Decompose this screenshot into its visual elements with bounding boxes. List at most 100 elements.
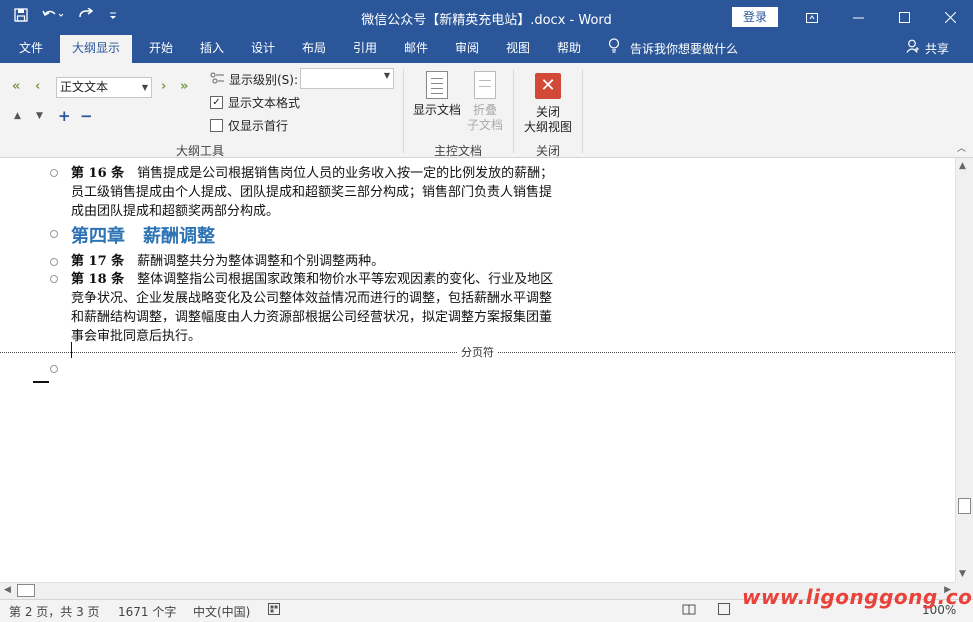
checkbox-checked-icon: ✓	[210, 96, 223, 109]
close-icon[interactable]	[927, 0, 973, 35]
article-17-text: 薪酬调整共分为整体调整和个别调整两种。	[137, 254, 385, 269]
show-document-label: 显示文档	[412, 103, 461, 117]
chevron-down-icon: ▼	[383, 71, 390, 80]
paragraph-article-16[interactable]: 第 16 条 销售提成是公司根据销售岗位人员的业务收入按一定的比例发放的薪酬； …	[71, 164, 601, 221]
read-mode-icon[interactable]	[682, 603, 696, 618]
article-18-line4: 事会审批同意后执行。	[71, 329, 202, 344]
outline-bullet-icon[interactable]	[50, 365, 58, 373]
tab-layout[interactable]: 布局	[294, 35, 334, 63]
tab-mailings[interactable]: 邮件	[396, 35, 436, 63]
tab-references[interactable]: 引用	[345, 35, 385, 63]
article-18-label: 第 18 条	[71, 272, 125, 287]
site-watermark: www.ligonggong.com	[742, 585, 973, 609]
demote-icon[interactable]: ›	[161, 79, 166, 94]
group-label-outline-tools: 大纲工具	[175, 144, 224, 158]
word-count[interactable]: 1671 个字	[118, 603, 176, 620]
tab-outline[interactable]: 大纲显示	[60, 35, 132, 63]
group-divider	[582, 69, 583, 153]
article-17-label: 第 17 条	[71, 254, 125, 269]
checkbox-unchecked-icon	[210, 119, 223, 132]
article-18-line3: 和薪酬结构调整，调整幅度由人力资源部根据公司经营状况，拟定调整方案报集团董	[71, 310, 553, 325]
show-first-line-checkbox[interactable]: 仅显示首行	[210, 117, 288, 134]
outline-bullet-icon[interactable]	[50, 258, 58, 266]
close-x-icon: ✕	[535, 73, 561, 99]
tab-help[interactable]: 帮助	[549, 35, 589, 63]
text-cursor	[71, 342, 72, 358]
tell-me-text: 告诉我你想要做什么	[630, 41, 739, 56]
ribbon-outline: « ‹ › » 正文文本 ▼ ▲ ▼ + − 显示级别(S): ▼ ✓ 显示文本…	[0, 63, 973, 158]
show-text-format-label: 显示文本格式	[228, 96, 301, 110]
article-18-line2: 竞争状况、企业发展战略变化及公司整体效益情况而进行的调整，包括薪酬水平调整	[71, 291, 553, 306]
show-level-label: 显示级别(S):	[229, 73, 299, 87]
window-controls	[789, 0, 973, 35]
language-indicator[interactable]: 中文(中国)	[193, 603, 250, 620]
document-area[interactable]: 第 16 条 销售提成是公司根据销售岗位人员的业务收入按一定的比例发放的薪酬； …	[0, 158, 955, 582]
show-document-button[interactable]: 显示文档	[410, 71, 464, 118]
tab-file[interactable]: 文件	[10, 35, 52, 63]
tab-home[interactable]: 开始	[141, 35, 181, 63]
expand-icon[interactable]: +	[58, 107, 71, 125]
collapse-subdocuments-button[interactable]: 折叠 子文档	[462, 71, 508, 133]
promote-icon[interactable]: ‹	[35, 79, 40, 94]
close-line1: 关闭	[535, 105, 560, 119]
move-down-icon[interactable]: ▼	[36, 111, 43, 121]
collapse-subdocs-line1: 折叠	[472, 103, 497, 117]
vertical-scroll-thumb[interactable]	[958, 498, 971, 514]
tab-view[interactable]: 视图	[498, 35, 538, 63]
group-label-close: 关闭	[535, 144, 560, 158]
subdocument-icon	[474, 71, 496, 99]
maximize-icon[interactable]	[881, 0, 927, 35]
page-break-label: 分页符	[458, 344, 497, 360]
move-up-icon[interactable]: ▲	[14, 111, 21, 121]
article-16-line1: 销售提成是公司根据销售岗位人员的业务收入按一定的比例发放的薪酬；	[137, 166, 554, 181]
close-line2: 大纲视图	[523, 120, 572, 134]
article-16-line2: 员工级销售提成由个人提成、团队提成和超额奖三部分构成；销售部门负责人销售提	[71, 185, 553, 200]
article-18-line1: 整体调整指公司根据国家政策和物价水平等宏观因素的变化、行业及地区	[137, 272, 554, 287]
outline-bullet-icon[interactable]	[50, 169, 58, 177]
outline-bullet-icon[interactable]	[50, 230, 58, 238]
page-count[interactable]: 第 2 页，共 3 页	[9, 603, 100, 620]
horizontal-scroll-thumb[interactable]	[17, 584, 35, 597]
share-label: 共享	[924, 41, 949, 56]
tab-review[interactable]: 审阅	[447, 35, 487, 63]
show-level-select[interactable]: ▼	[300, 68, 394, 89]
promote-to-heading1-icon[interactable]: «	[12, 79, 20, 94]
ribbon-tabs: 文件 大纲显示 开始 插入 设计 布局 引用 邮件 审阅 视图 帮助 告诉我你想…	[0, 35, 973, 63]
login-button[interactable]: 登录	[732, 7, 778, 27]
show-level-control: 显示级别(S):	[210, 71, 298, 88]
share-button[interactable]: 共享	[906, 35, 949, 63]
collapse-icon[interactable]: −	[80, 107, 93, 125]
scroll-left-icon[interactable]: ◀	[4, 585, 11, 595]
minimize-icon[interactable]	[835, 0, 881, 35]
title-bar: 微信公众号【新精英充电站】.docx - Word 登录	[0, 0, 973, 35]
show-first-line-label: 仅显示首行	[228, 119, 289, 133]
paragraph-article-18[interactable]: 第 18 条 整体调整指公司根据国家政策和物价水平等宏观因素的变化、行业及地区 …	[71, 270, 601, 346]
collapse-subdocs-line2: 子文档	[466, 118, 503, 132]
article-16-line3: 成由团队提成和超额奖两部分构成。	[71, 204, 280, 219]
show-text-format-checkbox[interactable]: ✓ 显示文本格式	[210, 94, 300, 111]
outline-bullet-icon[interactable]	[50, 275, 58, 283]
demote-to-body-icon[interactable]: »	[180, 79, 188, 94]
tell-me-box[interactable]: 告诉我你想要做什么	[608, 35, 738, 63]
scroll-up-icon[interactable]: ▲	[959, 161, 966, 171]
tab-design[interactable]: 设计	[243, 35, 283, 63]
group-label-master-document: 主控文档	[433, 144, 482, 158]
show-level-icon	[210, 72, 224, 87]
paragraph-article-17[interactable]: 第 17 条 薪酬调整共分为整体调整和个别调整两种。	[71, 252, 601, 271]
chevron-down-icon: ▼	[141, 83, 148, 92]
outline-level-select[interactable]: 正文文本 ▼	[56, 77, 152, 98]
macro-recording-icon[interactable]	[268, 603, 280, 618]
collapse-ribbon-icon[interactable]: ︿	[957, 141, 966, 154]
print-layout-icon[interactable]	[718, 603, 730, 618]
tab-insert[interactable]: 插入	[192, 35, 232, 63]
vertical-scrollbar[interactable]: ▲ ▼	[955, 158, 973, 582]
outline-level-value: 正文文本	[60, 80, 109, 94]
end-of-document-marker	[33, 381, 49, 383]
group-divider	[403, 69, 404, 153]
close-outline-view-button[interactable]: ✕ 关闭 大纲视图	[518, 73, 578, 135]
person-icon	[906, 36, 920, 63]
chapter-heading[interactable]: 第四章 薪酬调整	[71, 222, 215, 248]
lightbulb-icon	[608, 36, 620, 63]
ribbon-display-options-icon[interactable]	[789, 0, 835, 35]
scroll-down-icon[interactable]: ▼	[959, 569, 966, 579]
